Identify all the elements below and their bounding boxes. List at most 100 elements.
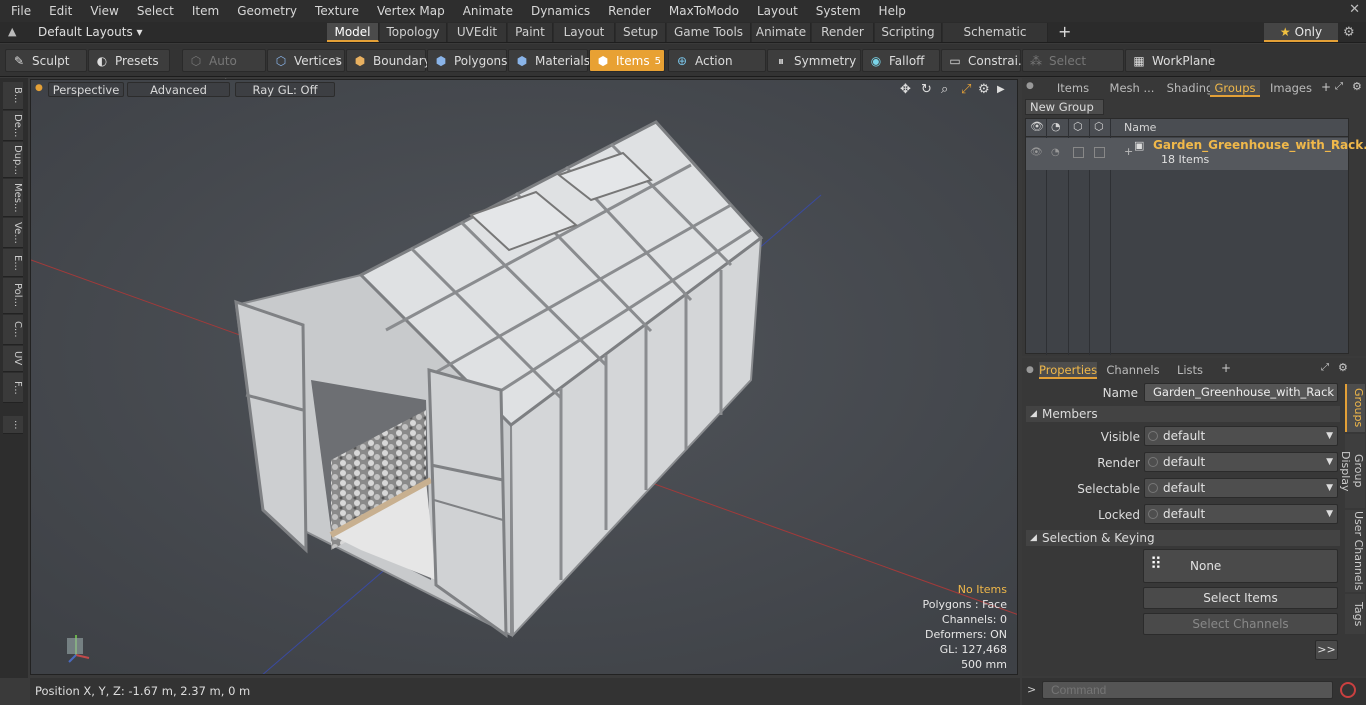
tab-more[interactable]: ... [3, 416, 23, 434]
menu-animate[interactable]: Animate [454, 0, 522, 22]
side-tab-groups[interactable]: Groups [1345, 384, 1365, 432]
add-tab-icon[interactable]: + [1058, 22, 1071, 41]
tab-uvedit[interactable]: UVEdit [448, 23, 507, 42]
action-center-button[interactable]: ⊕Action Center [668, 49, 766, 91]
none-button[interactable]: ⠿ None [1143, 549, 1338, 583]
vertices-button[interactable]: ⬡ Vertices 1 [267, 49, 345, 72]
menu-select[interactable]: Select [128, 0, 183, 22]
selectable-dropdown[interactable]: default ▼ [1144, 478, 1338, 498]
tab-channels[interactable]: Channels [1104, 362, 1162, 379]
perspective-button[interactable]: Perspective [48, 82, 124, 97]
add-tab-icon[interactable]: + [1221, 361, 1231, 375]
symmetry-button[interactable]: ⏸ Symmetry [767, 49, 861, 72]
gear-icon[interactable]: ⚙ [1352, 80, 1362, 93]
advanced-button[interactable]: Advanced [127, 82, 230, 97]
menu-layout[interactable]: Layout [748, 0, 807, 22]
close-icon[interactable]: ✕ [1349, 2, 1360, 17]
tab-edge[interactable]: E... [3, 249, 23, 277]
tab-schematic-fusion[interactable]: Schematic Fusion [943, 23, 1048, 58]
tab-polygon[interactable]: Pol... [3, 278, 23, 314]
visibility-icon[interactable]: 👁 [1030, 147, 1043, 158]
gear-icon[interactable]: ⚙ [978, 82, 990, 97]
gear-icon[interactable]: ⚙ [1338, 361, 1348, 374]
tab-vertex[interactable]: Ve... [3, 218, 23, 248]
members-section[interactable]: ◢ Members [1026, 406, 1340, 422]
menu-item[interactable]: Item [183, 0, 228, 22]
tab-render[interactable]: Render [812, 23, 874, 42]
side-tab-user-channels[interactable]: User Channels [1345, 510, 1365, 592]
items-button[interactable]: ⬢ Items 5 [589, 49, 665, 72]
menu-dynamics[interactable]: Dynamics [522, 0, 599, 22]
lock-icon[interactable]: ⬡ [1073, 120, 1083, 133]
gear-icon[interactable]: ⚙ [1343, 25, 1355, 40]
select-checkbox[interactable] [1094, 147, 1105, 158]
more-button[interactable]: >> [1315, 640, 1338, 660]
visible-dropdown[interactable]: default ▼ [1144, 426, 1338, 446]
tab-items[interactable]: Items [1044, 80, 1102, 97]
tab-setup[interactable]: Setup [616, 23, 666, 42]
polygons-button[interactable]: ⬢ Polygons [427, 49, 507, 72]
maximize-icon[interactable]: ⤢ [961, 82, 971, 97]
tab-game-tools[interactable]: Game Tools [667, 23, 751, 42]
tab-images[interactable]: Images [1268, 80, 1314, 97]
add-tab-icon[interactable]: + [1321, 80, 1331, 94]
raygl-button[interactable]: Ray GL: Off [235, 82, 335, 97]
tab-basic[interactable]: B... [3, 82, 23, 110]
falloff-button[interactable]: ◉ Falloff [862, 49, 940, 72]
side-tab-tags[interactable]: Tags [1345, 594, 1365, 634]
tab-uv[interactable]: UV [3, 346, 23, 372]
select-items-button[interactable]: Select Items [1143, 587, 1338, 609]
tab-lists[interactable]: Lists [1168, 362, 1212, 379]
tab-mesh[interactable]: Mesh ... [1104, 80, 1160, 97]
tab-properties[interactable]: Properties [1039, 362, 1097, 379]
lock-checkbox[interactable] [1073, 147, 1084, 158]
locked-dropdown[interactable]: default ▼ [1144, 504, 1338, 524]
render-toggle-icon[interactable]: ◔ [1051, 147, 1060, 158]
name-field[interactable]: Garden_Greenhouse_with_Rack (3) [1144, 383, 1338, 402]
zoom-icon[interactable]: ⌕ [941, 82, 948, 97]
move-icon[interactable]: ✥ [900, 82, 911, 97]
expand-icon[interactable]: + [1124, 145, 1133, 158]
menu-help[interactable]: Help [870, 0, 915, 22]
select-channels-button[interactable]: Select Channels [1143, 613, 1338, 635]
tab-model[interactable]: Model [327, 23, 379, 42]
only-toggle[interactable]: ★ Only [1264, 23, 1338, 42]
menu-vertex-map[interactable]: Vertex Map [368, 0, 454, 22]
eye-icon[interactable]: 👁 [1030, 120, 1044, 133]
tab-fusion[interactable]: F... [3, 373, 23, 403]
side-tab-group-display[interactable]: Group Display [1339, 434, 1365, 508]
tab-animate[interactable]: Animate [752, 23, 811, 42]
play-icon[interactable]: ▶ [997, 84, 1005, 95]
panel-dot-icon[interactable]: ● [1026, 365, 1034, 375]
render-icon[interactable]: ◔ [1051, 120, 1061, 133]
panel-dot-icon[interactable]: ● [1026, 81, 1034, 91]
menu-view[interactable]: View [81, 0, 127, 22]
viewport-dot-icon[interactable]: ● [35, 83, 43, 93]
workplane-button[interactable]: ▦ WorkPlane [1125, 49, 1215, 72]
command-input[interactable] [1042, 681, 1333, 699]
constraints-button[interactable]: ▭ Constrai... [941, 49, 1029, 72]
layout-dropdown[interactable]: Default Layouts ▾ [38, 25, 143, 39]
menu-maxtomodo[interactable]: MaxToModo [660, 0, 748, 22]
new-group-button[interactable]: New Group [1025, 99, 1104, 115]
menu-edit[interactable]: Edit [40, 0, 81, 22]
tab-topology[interactable]: Topology [380, 23, 447, 42]
menu-geometry[interactable]: Geometry [228, 0, 306, 22]
tab-paint[interactable]: Paint [508, 23, 553, 42]
tab-groups[interactable]: Groups [1210, 80, 1260, 97]
3d-viewport[interactable]: ● Perspective Advanced Ray GL: Off ✥ ↻ ⌕… [30, 79, 1018, 675]
select-through-button[interactable]: ⁂Select Through [1022, 49, 1124, 91]
rotate-icon[interactable]: ↻ [921, 82, 932, 97]
auto-select-button[interactable]: ⬡Auto Select [182, 49, 266, 91]
layout-collapse-icon[interactable]: ▲ [8, 25, 16, 38]
menu-file[interactable]: File [0, 0, 40, 22]
boundary-button[interactable]: ⬢ Boundary [346, 49, 431, 72]
tab-scripting[interactable]: Scripting [875, 23, 942, 42]
tab-duplicate[interactable]: Dup... [3, 142, 23, 178]
group-row[interactable]: 👁 ◔ + ▣ Garden_Greenhouse_with_Rack... 1… [1026, 138, 1366, 170]
group-name[interactable]: Garden_Greenhouse_with_Rack... [1153, 138, 1366, 152]
menu-system[interactable]: System [807, 0, 870, 22]
maximize-icon[interactable]: ⤢ [1335, 81, 1343, 92]
tab-layout[interactable]: Layout [554, 23, 615, 42]
selection-keying-section[interactable]: ◢ Selection & Keying [1026, 530, 1340, 546]
